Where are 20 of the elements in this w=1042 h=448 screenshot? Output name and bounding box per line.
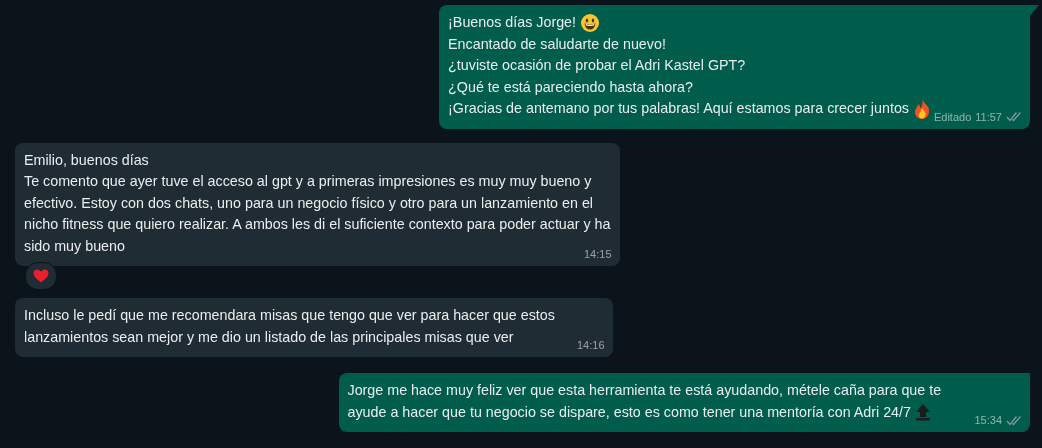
message-time: 14:15: [584, 247, 612, 261]
message-line: sido muy bueno: [24, 236, 125, 256]
message-time: 15:34: [974, 413, 1002, 427]
message-line: Incluso le pedí que me recomendara misas que tengo que ver para hacer que estos: [24, 306, 555, 325]
message-line: Emilio, buenos días: [24, 150, 149, 170]
message-line: ¿tuviste ocasión de probar el Adri Kastel GPT?: [448, 56, 746, 75]
message-time: 14:16: [577, 338, 605, 352]
message-time: 11:57: [975, 109, 1002, 124]
message-line: efectivo. Estoy con dos chats, uno para un negocio físico y otro para un lanzamiento en el: [24, 193, 594, 213]
message-line: Encantado de saludarte de nuevo!: [448, 34, 666, 54]
message-line: Jorge me hace muy feliz ver que esta herramienta te está ayudando, métele caña para que te: [347, 381, 942, 400]
message-line: Te comento que ayer tuve el acceso al gpt y a primeras impresiones es muy muy bueno y: [24, 172, 592, 191]
message-line: ¡Gracias de antemano por tus palabras! Aquí estamos para crecer juntos: [448, 99, 909, 118]
reaction-badge[interactable]: [25, 262, 57, 290]
edited-label: Editado: [933, 109, 972, 124]
message-line: lanzamientos sean mejor y me dio un listado de las principales misas que ver: [24, 327, 514, 347]
message-line: ¡Buenos días Jorge!: [448, 13, 577, 32]
message-line: nicho fitness que quiero realizar. A ambos les di el suficiente contexto para poder actuar y ha: [24, 215, 611, 234]
message-line: ¿Qué te está pareciendo hasta ahora?: [448, 77, 693, 97]
message-line: ayude a hacer que tu negocio se dispare, esto es como tener una mentoría con Adri 24/7: [347, 402, 911, 422]
